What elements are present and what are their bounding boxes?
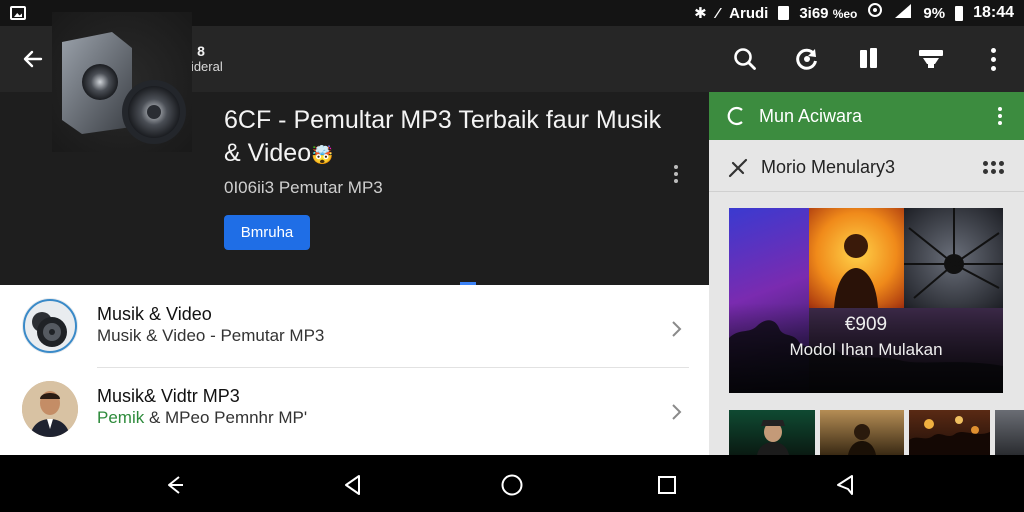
panel-header-label: Mun Aciwara — [759, 105, 863, 126]
list-item[interactable]: Musik & Video Musik & Vidеo - Pemutar MP… — [0, 285, 709, 368]
cast-icon — [919, 50, 943, 68]
refresh-arc-icon — [727, 106, 743, 126]
list-item[interactable]: Musik& Vidtr MP3 Pemik & MPeo Pemnhr MP' — [0, 368, 709, 451]
chevron-right-icon — [672, 321, 682, 337]
list-item-title: Musik & Video — [97, 304, 212, 324]
thumbnail[interactable] — [729, 410, 815, 455]
hero-more-button[interactable] — [666, 162, 686, 186]
back-triangle-icon — [345, 475, 360, 495]
list-item-title: Musik& Vidtr MP3 — [97, 386, 240, 406]
recents-icon — [658, 476, 676, 494]
gallery-icon — [10, 6, 26, 20]
panel-more-icon[interactable] — [998, 107, 1002, 125]
status-carrier: Arudi — [729, 4, 769, 22]
thumbnail[interactable] — [995, 410, 1024, 455]
panel-header[interactable]: Mun Aciwara — [709, 92, 1024, 140]
home-icon — [501, 474, 523, 496]
featured-app-subtitle: 0I06ii3 Pemutar MP3 — [224, 178, 383, 197]
featured-caption: Modol Ihan Mulakan — [789, 340, 943, 359]
featured-app-title: 6CF - Pemultar MP3 Terbaik faur Musik & … — [224, 106, 662, 167]
speaker-avatar — [22, 298, 78, 354]
grid-icon[interactable] — [983, 161, 1004, 174]
navigation-bar — [0, 455, 1024, 512]
right-panel: Mun Aciwara Morio Menulary3 €909 Modol I… — [709, 92, 1024, 455]
tools-icon — [728, 158, 748, 177]
library-icon — [860, 48, 877, 68]
featured-image-card[interactable]: €909 Modol Ihan Mulakan — [729, 208, 1003, 393]
refresh-icon — [796, 48, 817, 70]
nav-recents-button[interactable] — [645, 463, 689, 507]
search-button[interactable] — [714, 26, 776, 92]
assist-icon — [837, 475, 853, 495]
chevron-right-icon — [672, 404, 682, 420]
more-icon — [990, 47, 996, 71]
app-bar-actions — [714, 26, 1024, 92]
install-button[interactable]: Bmruha — [224, 215, 310, 250]
app-list: Musik & Video Musik & Vidеo - Pemutar MP… — [0, 285, 709, 455]
clock: 18:44 — [973, 4, 1014, 21]
list-item-subtitle: Musik & Vidеo - Pemutar MP3 — [97, 326, 325, 345]
sim-icon — [778, 6, 790, 20]
speaker-artwork — [52, 12, 192, 152]
cast-button[interactable] — [900, 26, 962, 92]
nav-home-button[interactable] — [490, 463, 534, 507]
signal-icon — [893, 3, 913, 23]
panel-subheader-label: Morio Menulary3 — [761, 157, 896, 177]
thumbnail[interactable] — [820, 410, 904, 455]
person-avatar — [22, 381, 78, 437]
nav-assist-button[interactable] — [823, 463, 867, 507]
thumbnail[interactable] — [909, 410, 990, 455]
signal-slash-icon: ⁄ — [716, 4, 720, 22]
location-icon — [867, 3, 883, 23]
search-icon — [734, 48, 756, 70]
back-icon — [168, 476, 183, 494]
battery-icon — [955, 5, 964, 21]
panel-subheader[interactable]: Morio Menulary3 — [709, 144, 1024, 192]
nav-back-button[interactable] — [154, 463, 198, 507]
more-options-button[interactable] — [962, 26, 1024, 92]
thumbnail-strip — [729, 410, 1024, 455]
status-network: 3i69 %eo — [799, 4, 858, 22]
featured-count: €909 — [844, 314, 888, 335]
emoji: 🤯 — [311, 145, 334, 165]
arrow-left-icon — [23, 50, 43, 68]
bluetooth-icon: ✱ — [694, 5, 707, 22]
refresh-button[interactable] — [776, 26, 838, 92]
status-right: ✱ ⁄ Arudi 3i69 %eo 9% 18:44 — [694, 3, 1014, 23]
list-item-subtitle: Pemik & MPeo Pemnhr MP' — [97, 408, 308, 427]
nav-back-triangle-button[interactable] — [331, 463, 375, 507]
library-button[interactable] — [838, 26, 900, 92]
battery-text: 9% — [923, 4, 946, 22]
